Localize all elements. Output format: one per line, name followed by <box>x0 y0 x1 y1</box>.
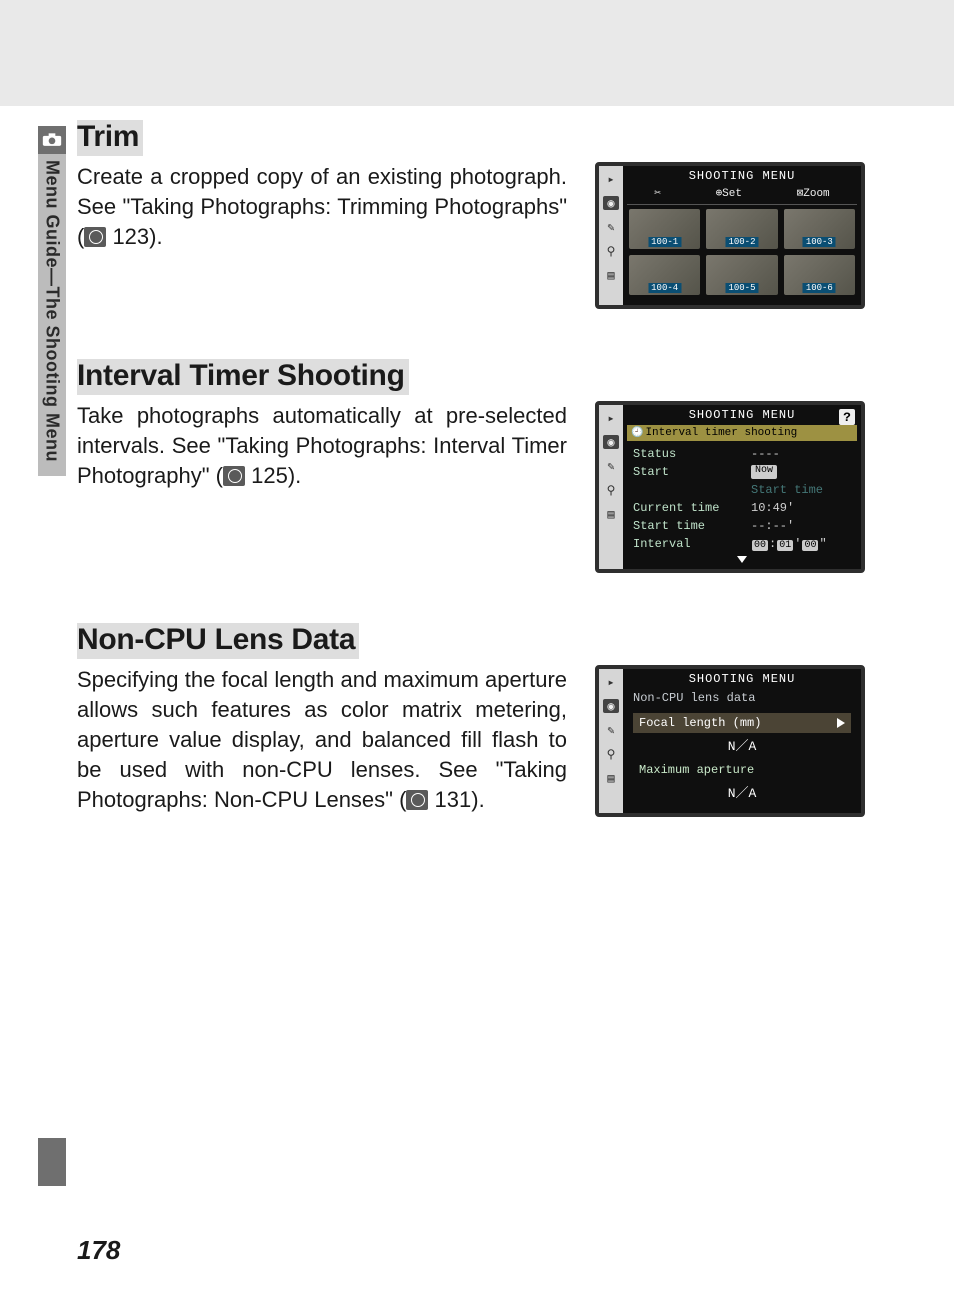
value-focal-length: N／A <box>627 735 857 754</box>
lcd-tab-strip: ▸ ◉ ✎ ⚲ ▤ <box>599 166 623 305</box>
side-tab-label: Menu Guide—The Shooting Menu <box>42 160 63 462</box>
heading-noncpu: Non-CPU Lens Data <box>77 623 359 659</box>
lcd-title: SHOOTING MENU <box>627 405 857 425</box>
trim-page-ref: 123). <box>106 224 162 249</box>
chevron-down-icon <box>737 556 747 563</box>
lcd-title: SHOOTING MENU <box>627 669 857 689</box>
interval-page-ref: 125). <box>245 463 301 488</box>
tab-playback-icon: ▸ <box>603 411 619 425</box>
page-ref-icon <box>84 227 106 247</box>
page-number: 178 <box>77 1235 120 1266</box>
tab-pencil-icon: ✎ <box>603 220 619 234</box>
lcd-subbar: ✂ ⊕Set ⊠Zoom <box>627 186 857 205</box>
lcd-interval: ▸ ◉ ✎ ⚲ ▤ ? SHOOTING MENU 🕘Interval time… <box>595 401 865 573</box>
body-noncpu: Specifying the focal length and maximum … <box>77 665 567 815</box>
value-status: ---- <box>751 447 780 461</box>
tab-recent-icon: ▤ <box>603 771 619 785</box>
tab-pencil-icon: ✎ <box>603 723 619 737</box>
clock-icon: 🕘 <box>631 428 643 439</box>
tab-recent-icon: ▤ <box>603 268 619 282</box>
section-trim: Trim Create a cropped copy of an existin… <box>77 120 917 309</box>
menu-focal-length: Focal length (mm) <box>633 713 851 733</box>
value-interval: 00:01'00" <box>751 537 827 551</box>
label-status: Status <box>633 447 743 461</box>
thumb <box>784 209 855 249</box>
tab-playback-icon: ▸ <box>603 172 619 186</box>
value-current-time: 10:49' <box>751 501 794 515</box>
body-interval: Take photographs automatically at pre-se… <box>77 401 567 491</box>
value-start: Now <box>751 465 777 479</box>
tab-wrench-icon: ⚲ <box>603 244 619 258</box>
top-gray-banner <box>0 0 954 106</box>
noncpu-page-ref: 131). <box>428 787 484 812</box>
side-tab: Menu Guide—The Shooting Menu <box>38 126 66 476</box>
section-interval: Interval Timer Shooting Take photographs… <box>77 359 917 573</box>
page-ref-icon <box>406 790 428 810</box>
value-max-aperture: N／A <box>627 782 857 801</box>
label-start: Start <box>633 465 743 479</box>
thumb <box>706 209 777 249</box>
lcd-subtitle: 🕘Interval timer shooting <box>627 425 857 441</box>
lcd-noncpu: ▸ ◉ ✎ ⚲ ▤ SHOOTING MENU Non-CPU lens dat… <box>595 665 865 817</box>
tab-wrench-icon: ⚲ <box>603 483 619 497</box>
interval-body-pre: Take photographs automatically at pre-se… <box>77 403 567 488</box>
zoom-label: ⊠Zoom <box>797 186 830 200</box>
lcd-tab-strip: ▸ ◉ ✎ ⚲ ▤ <box>599 405 623 569</box>
thumb <box>784 255 855 295</box>
heading-trim: Trim <box>77 120 143 156</box>
tab-playback-icon: ▸ <box>603 675 619 689</box>
value-start-time: --:--' <box>751 519 794 533</box>
lcd-trim: ▸ ◉ ✎ ⚲ ▤ SHOOTING MENU ✂ ⊕Set ⊠Zoom <box>595 162 865 309</box>
footer-tab <box>38 1138 66 1186</box>
thumb <box>706 255 777 295</box>
tab-shooting-icon: ◉ <box>603 196 619 210</box>
tab-shooting-icon: ◉ <box>603 435 619 449</box>
help-icon: ? <box>839 409 855 425</box>
set-label: ⊕Set <box>716 186 742 200</box>
camera-icon <box>38 126 66 154</box>
label-current-time: Current time <box>633 501 743 515</box>
label-start-time: Start time <box>633 519 743 533</box>
section-noncpu: Non-CPU Lens Data Specifying the focal l… <box>77 623 917 817</box>
cut-icon: ✂ <box>654 186 661 200</box>
lcd-subtitle: Non-CPU lens data <box>627 689 857 707</box>
heading-interval: Interval Timer Shooting <box>77 359 409 395</box>
body-trim: Create a cropped copy of an existing pho… <box>77 162 567 252</box>
menu-max-aperture: Maximum aperture <box>633 760 851 780</box>
thumb <box>629 209 700 249</box>
triangle-right-icon <box>837 718 845 728</box>
page-content: Trim Create a cropped copy of an existin… <box>77 120 917 867</box>
value-start-alt: Start time <box>751 483 823 497</box>
thumbnail-grid <box>627 205 857 299</box>
lcd-tab-strip: ▸ ◉ ✎ ⚲ ▤ <box>599 669 623 813</box>
page-ref-icon <box>223 466 245 486</box>
noncpu-body-pre: Specifying the focal length and maximum … <box>77 667 567 812</box>
label-interval: Interval <box>633 537 743 551</box>
tab-wrench-icon: ⚲ <box>603 747 619 761</box>
tab-shooting-icon: ◉ <box>603 699 619 713</box>
tab-recent-icon: ▤ <box>603 507 619 521</box>
tab-pencil-icon: ✎ <box>603 459 619 473</box>
thumb <box>629 255 700 295</box>
lcd-title: SHOOTING MENU <box>627 166 857 186</box>
